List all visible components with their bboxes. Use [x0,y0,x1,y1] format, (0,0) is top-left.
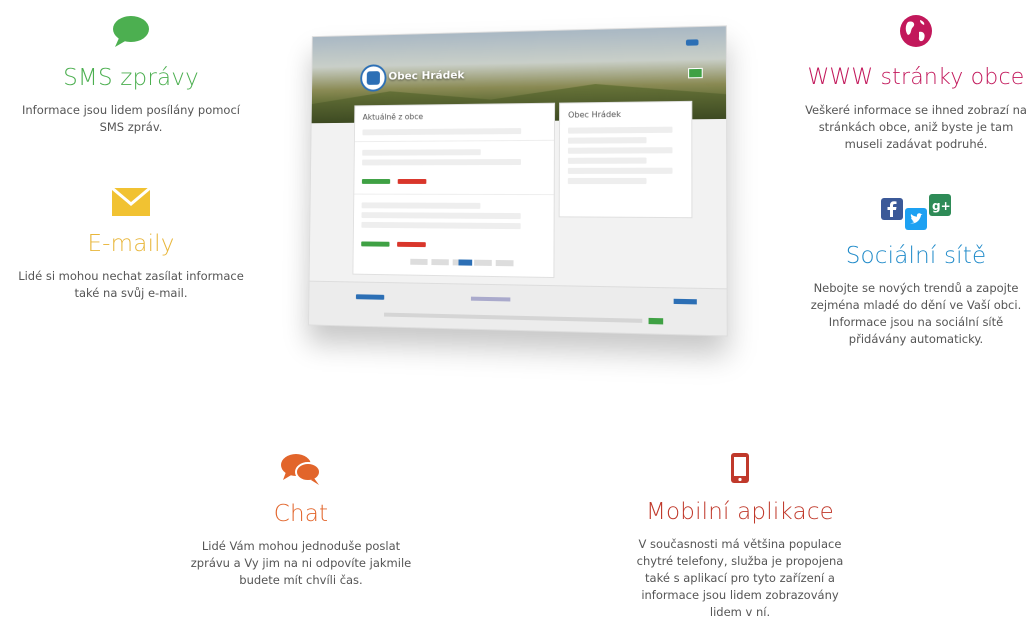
feature-chat: Chat Lidé Vám mohou jednoduše poslat zpr… [186,452,416,589]
facebook-icon [881,198,903,220]
chat-title: Chat [273,501,329,527]
twitter-icon [905,208,927,230]
social-title: Sociální sítě [845,243,987,269]
mockup-admin-button [685,39,699,46]
globe-icon [900,15,932,47]
mockup-footer [308,280,727,336]
mobile-description: V současnosti má většina populace chytré… [636,537,844,619]
social-description: Nebojte se nových trendů a zapojte zejmé… [810,281,1022,346]
speech-bubble-icon [113,16,149,47]
mockup-news-heading: Aktuálně z obce [362,112,424,122]
feature-social: g+ Sociální sítě Nebojte se nových trend… [800,192,1032,348]
mockup-contact-heading: Obec Hrádek [568,109,621,120]
email-title: E-maily [87,231,175,257]
feature-email: E-maily Lidé si mohou nechat zasílat inf… [0,188,262,302]
sms-title: SMS zprávy [63,65,199,91]
mockup-pagination [410,258,518,267]
mockup-contact-panel: Obec Hrádek [558,100,693,219]
smartphone-icon [731,453,749,483]
village-logo [360,64,387,92]
social-networks-icon: g+ [861,192,971,232]
mockup-subscribe-button [688,67,703,79]
envelope-icon [112,188,150,216]
chat-description: Lidé Vám mohou jednoduše poslat zprávu a… [190,539,412,587]
feature-www: WWW stránky obce Veškeré informace se ih… [800,14,1032,153]
svg-text:g+: g+ [932,199,951,213]
mockup-news-panel: Aktuálně z obce [352,102,556,279]
www-title: WWW stránky obce [807,65,1025,90]
mobile-title: Mobilní aplikace [645,499,835,525]
feature-sms: SMS zprávy Informace jsou lidem posílány… [0,14,262,136]
feature-mobile: Mobilní aplikace V současnosti má většin… [620,452,860,621]
sms-description: Informace jsou lidem posílány pomocí SMS… [22,103,240,134]
mockup-brand: Obec Hrádek [388,68,465,83]
www-description: Veškeré informace se ihned zobrazí na st… [805,103,1027,151]
chat-bubbles-icon [281,454,321,485]
website-preview-mockup: Obec Hrádek Aktuálně z obce Obec Hrádek [308,25,728,337]
google-plus-icon: g+ [929,194,951,216]
email-description: Lidé si mohou nechat zasílat informace t… [18,269,244,300]
